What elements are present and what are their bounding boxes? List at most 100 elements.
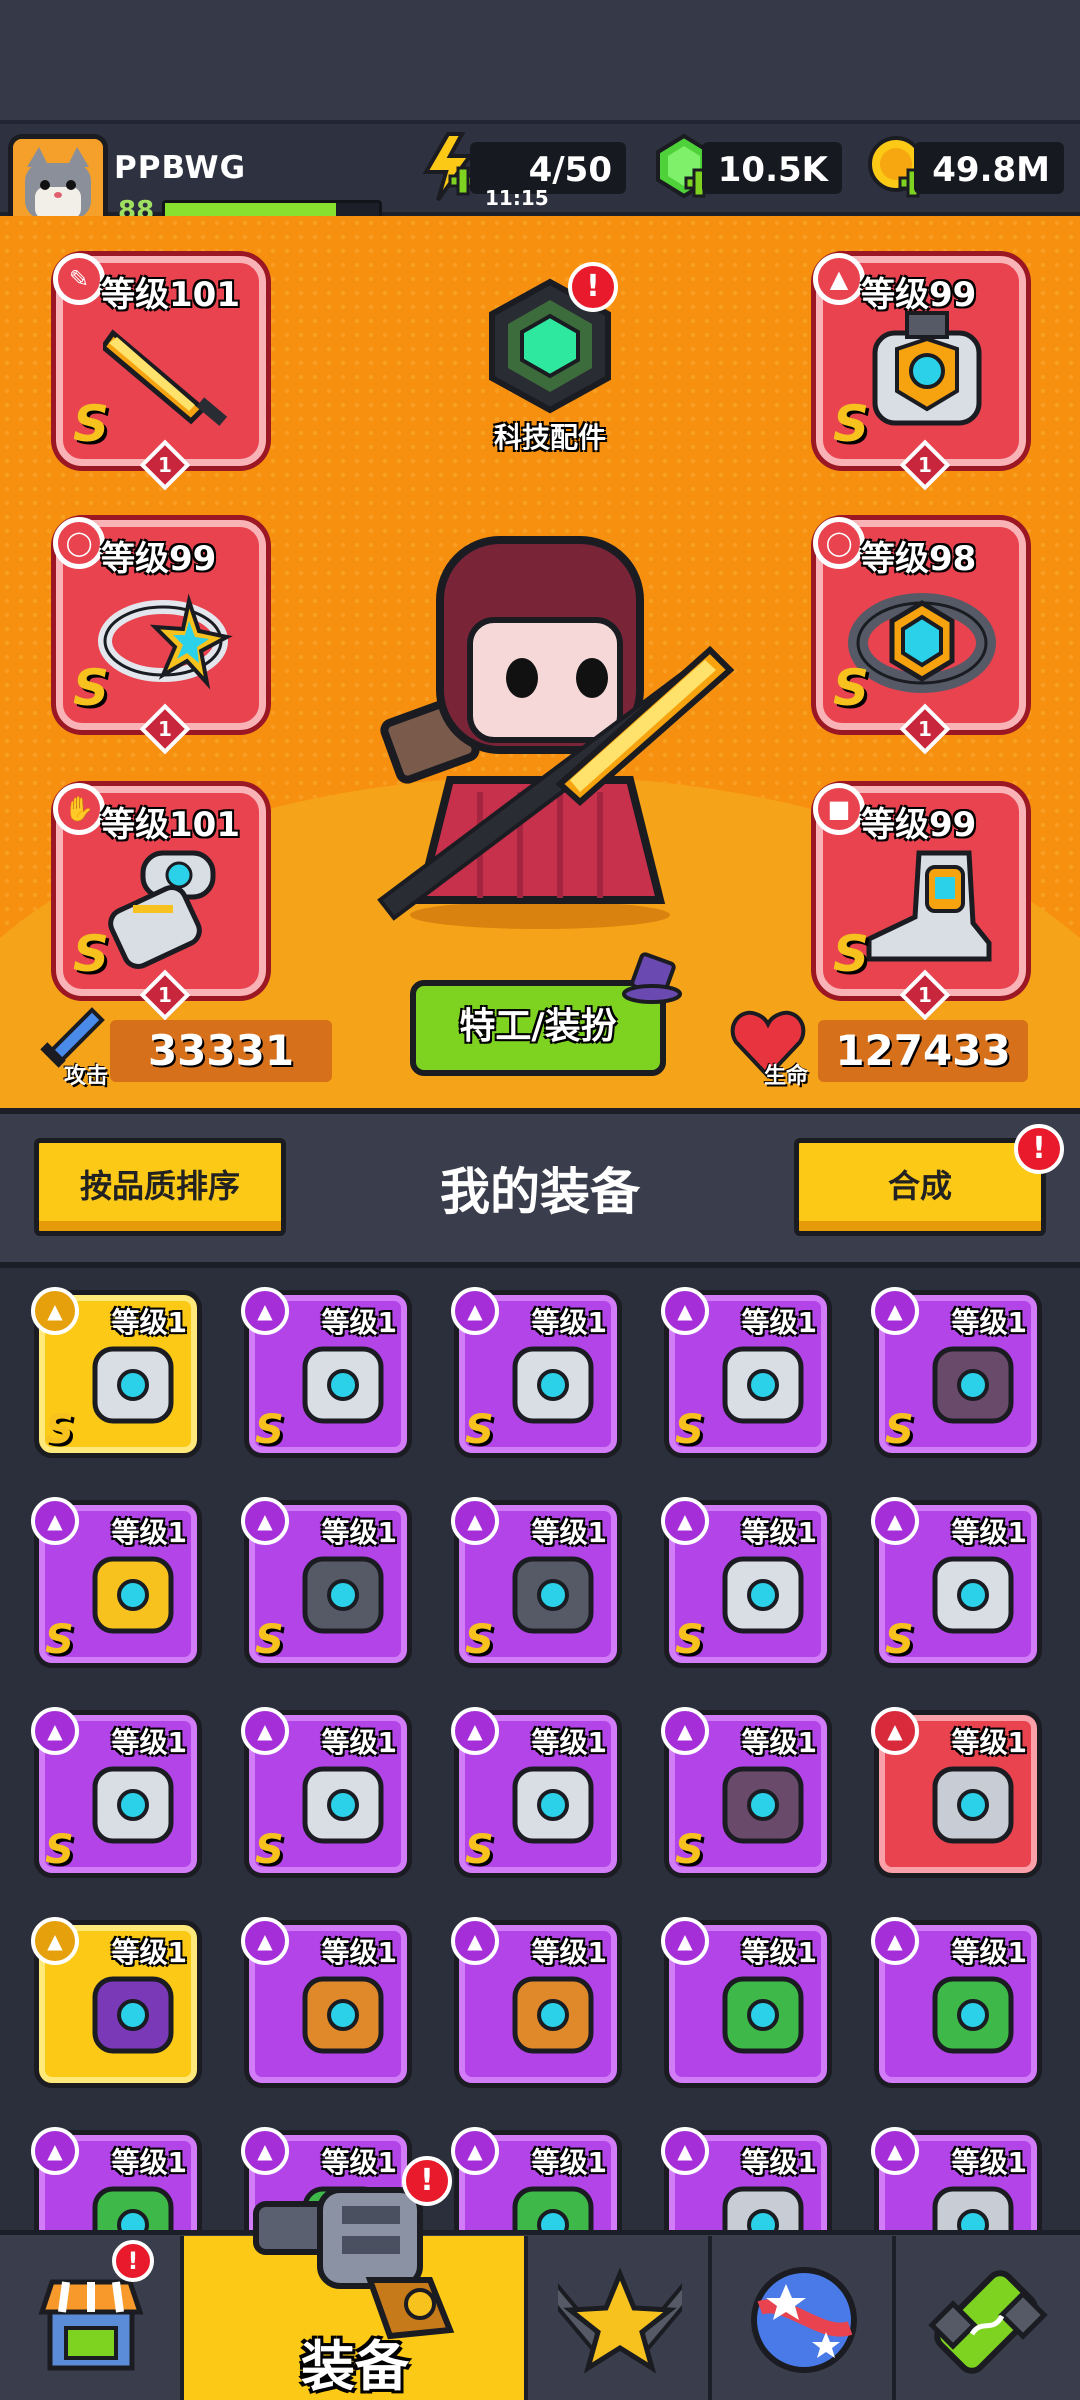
equipment-item[interactable]: ▲ 等级1 S [451,1287,622,1458]
star-ring-icon [98,593,233,690]
hat-icon [622,952,682,1004]
equipment-item[interactable]: ▲ 等级1 [31,2127,202,2230]
belt-icon [848,593,996,693]
equipment-item[interactable]: ▲ 等级1 [241,1917,412,2088]
player-name: PPBWG [114,150,247,186]
equipment-item[interactable]: ▲ 等级1 S [31,1707,202,1878]
item-type-badge-icon: ▲ [241,1707,289,1755]
revolver-icon [253,2187,455,2340]
hp-value: 127433 [818,1020,1028,1082]
gun-badge-icon: ✎ [53,253,105,305]
item-type-badge-icon: ▲ [31,1287,79,1335]
item-grade: S [885,1407,914,1453]
item-grade: S [465,1827,494,1873]
gauntlet-icon [512,1766,594,1844]
slot-level: 等级99 [101,539,217,579]
item-type-badge-icon: ▲ [871,1917,919,1965]
item-grade: S [465,1617,494,1663]
equipment-item[interactable]: ▲ 等级1 S [241,1707,412,1878]
item-type-badge-icon: ▲ [451,1497,499,1545]
equipment-item[interactable]: ▲ 等级1 [661,2127,832,2230]
item-type-badge-icon: ▲ [31,1917,79,1965]
blaster-icon [92,1346,174,1424]
hero-character[interactable] [330,530,750,930]
equipment-item[interactable]: ▲ 等级1 S [241,1287,412,1458]
equipment-item[interactable]: ▲ 等级1 S [661,1497,832,1668]
equipment-item[interactable]: ▲ 等级1 S [871,1287,1042,1458]
purple-gauntlet-icon [92,1976,174,2054]
nav-shop[interactable] [0,2236,184,2400]
game-screen: { "player": {"name": "PPBWG", "level": "… [0,0,1080,2400]
boot-badge-icon: ■ [813,783,865,835]
equipped-slot-gloves[interactable]: ✋ 等级101 S 1 [53,783,266,1021]
item-type-badge-icon: ▲ [31,1497,79,1545]
equipment-item[interactable]: ▲ 等级1 S [31,1497,202,1668]
item-type-badge-icon: ▲ [241,1287,289,1335]
equipment-item[interactable]: ▲ 等级1 S [451,1497,622,1668]
equipment-item[interactable]: ▲ 等级1 [451,2127,622,2230]
armor-icon [512,1346,594,1424]
shop-icon [38,2279,144,2371]
coins-value: 49.8M [914,142,1064,194]
equipped-slot-belt[interactable]: ◯ 等级98 S 1 [813,517,1026,755]
equipment-item[interactable]: ▲ 等级1 [31,1917,202,2088]
nav-battle[interactable] [528,2236,712,2400]
belt-icon [302,1556,384,1634]
item-type-badge-icon: ▲ [241,2127,289,2175]
slot-grade: S [73,925,110,983]
item-type-badge-icon: ▲ [451,1707,499,1755]
slot-level: 等级101 [101,275,240,315]
gauntlet-icon [932,1556,1014,1634]
equipped-slot-weapon[interactable]: ✎ 等级101 S 1 [53,253,266,491]
tech-label[interactable]: 科技配件 [470,416,630,456]
gems-value: 10.5K [702,142,842,194]
armor-icon [302,1346,384,1424]
slot-level: 等级101 [101,805,240,845]
crossed-swords-star-icon [558,2267,682,2374]
item-type-badge-icon: ▲ [241,1497,289,1545]
merge-alert-icon: ! [1014,1124,1064,1174]
item-type-badge-icon: ▲ [241,1917,289,1965]
merge-button[interactable]: 合成 [794,1138,1046,1236]
equipment-item[interactable]: ▲ 等级1 S [661,1287,832,1458]
hp-label: 生命 [764,1064,809,1089]
equipment-item[interactable]: ▲ 等级1 [661,1917,832,2088]
dna-capsule-icon [928,2270,1048,2374]
equipment-item[interactable]: ▲ 等级1 S [31,1287,202,1458]
equipped-slot-ring[interactable]: ◯ 等级99 S 1 [53,517,266,755]
sort-by-quality-button[interactable]: 按品质排序 [34,1138,286,1236]
item-grade: S [675,1827,704,1873]
slot-grade: S [833,925,870,983]
item-type-badge-icon: ▲ [31,2127,79,2175]
hand-badge-icon: ✋ [53,783,105,835]
nav-gene[interactable] [896,2236,1080,2400]
equipment-item[interactable]: ▲ 等级1 [451,1917,622,2088]
item-grade: S [255,1827,284,1873]
equipment-item[interactable]: ▲ 等级1 [871,1917,1042,2088]
item-grade: S [45,1827,74,1873]
equipment-item[interactable]: ▲ 等级1 S [451,1707,622,1878]
equipped-slot-boots[interactable]: ■ 等级99 S 1 [813,783,1026,1021]
leaf-armor-icon [932,1976,1014,2054]
slot-grade: S [73,395,110,453]
nav-planet[interactable] [712,2236,896,2400]
nav-equipment-label: 装备 [301,2335,409,2398]
equipped-slot-armor[interactable]: ▲ 等级99 S 1 [813,253,1026,491]
item-type-badge-icon: ▲ [871,1497,919,1545]
energy-timer: 11:15 [485,186,549,210]
item-type-badge-icon: ▲ [661,1917,709,1965]
item-type-badge-icon: ▲ [871,1707,919,1755]
equipment-item[interactable]: ▲ 等级1 [871,1707,1042,1878]
gauntlet-icon [722,1556,804,1634]
equipment-item[interactable]: ▲ 等级1 S [241,1497,412,1668]
equipment-item[interactable]: ▲ 等级1 S [661,1707,832,1878]
equipment-item[interactable]: ▲ 等级1 [871,2127,1042,2230]
equipment-item[interactable]: ▲ 等级1 S [871,1497,1042,1668]
item-type-badge-icon: ▲ [661,1497,709,1545]
microphone-icon [302,1976,384,2054]
leaf-armor-icon [92,2186,174,2230]
belt-icon [512,1556,594,1634]
armor-icon [722,1346,804,1424]
leaf-armor-icon [512,2186,594,2230]
dark-gauntlet-icon [722,1766,804,1844]
